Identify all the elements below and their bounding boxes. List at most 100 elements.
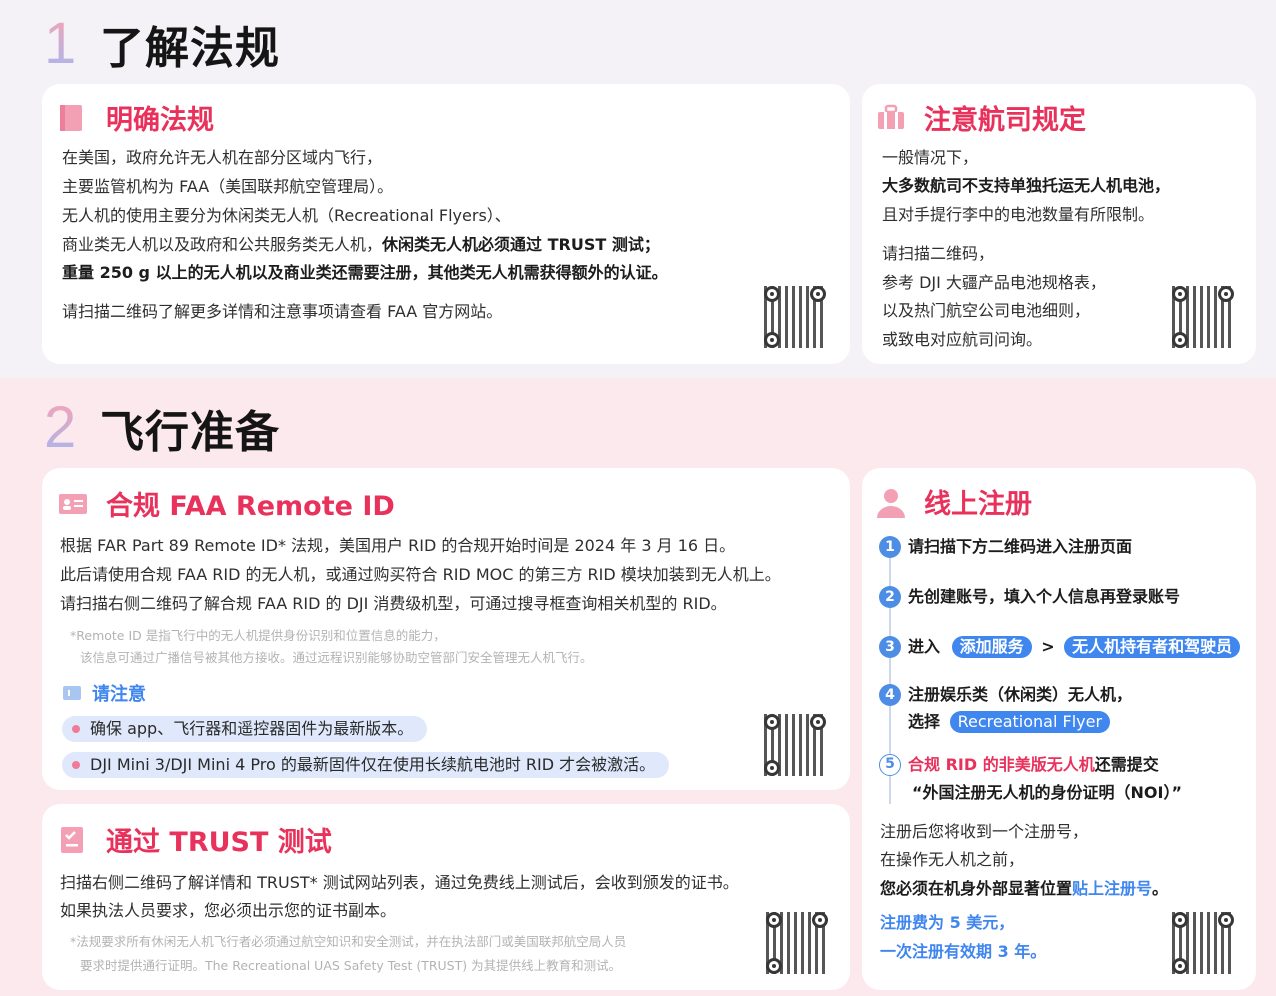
- register-after-3-bold: 您必须在机身外部显著位置: [880, 879, 1073, 898]
- rid-line-2: 此后请使用合规 FAA RID 的无人机，或通过购买符合 RID MOC 的第三…: [60, 565, 781, 584]
- airline-line-2: 大多数航司不支持单独托运无人机电池，: [882, 176, 1171, 195]
- card-register-title-row: 线上注册: [876, 482, 1032, 521]
- regulations-line-5: 重量 250 g 以上的无人机以及商业类还需要注册，其他类无人机需获得额外的认证…: [62, 263, 668, 282]
- step-3-row: 进入 添加服务 > 无人机持有者和驾驶员: [908, 636, 1241, 658]
- card-regulations-title-row: 明确法规: [58, 98, 214, 137]
- card-regulations: 明确法规 在美国，政府允许无人机在部分区域内飞行， 主要监管机构为 FAA（美国…: [42, 84, 850, 364]
- qr-code-trust[interactable]: [766, 912, 828, 974]
- section1-header: 1 了解法规: [44, 12, 280, 76]
- trust-note-2: 要求时提供通行证明。The Recreational UAS Safety Te…: [80, 958, 622, 973]
- step-3-separator: >: [1041, 637, 1055, 656]
- qr-finder-icon: [764, 760, 780, 776]
- luggage-icon: [876, 103, 904, 133]
- register-after-2: 在操作无人机之前，: [880, 850, 1025, 869]
- qr-finder-icon: [766, 912, 782, 928]
- trust-note-1: *法规要求所有休闲无人机飞行者必须通过航空知识和安全测试，并在执法部门或美国联邦…: [70, 934, 627, 949]
- regulations-line-6: 请扫描二维码了解更多详情和注意事项请查看 FAA 官方网站。: [62, 302, 503, 321]
- qr-finder-icon: [1172, 332, 1188, 348]
- tag-add-service: 添加服务: [951, 636, 1032, 658]
- rid-line-1: 根据 FAR Part 89 Remote ID* 法规，美国用户 RID 的合…: [60, 536, 736, 555]
- qr-finder-icon: [764, 286, 780, 302]
- card-remote-id-title: 合规 FAA Remote ID: [106, 491, 395, 522]
- qr-code-rid[interactable]: [764, 714, 826, 776]
- qr-finder-icon: [1218, 286, 1234, 302]
- airline-line-1: 一般情况下，: [882, 148, 979, 167]
- qr-finder-icon: [810, 286, 826, 302]
- step-4-number: 4: [879, 684, 901, 706]
- card-airline: 注意航司规定 一般情况下， 大多数航司不支持单独托运无人机电池， 且对手提行李中…: [862, 84, 1256, 364]
- register-fee-1: 注册费为 5 美元，: [880, 913, 1015, 932]
- qr-finder-icon: [812, 912, 828, 928]
- airline-line-7: 或致电对应航司问询。: [882, 330, 1043, 349]
- card-airline-title: 注意航司规定: [924, 105, 1086, 136]
- card-trust-title: 通过 TRUST 测试: [106, 827, 332, 858]
- card-remote-id: 合规 FAA Remote ID 根据 FAR Part 89 Remote I…: [42, 468, 850, 790]
- qr-finder-icon: [764, 714, 780, 730]
- step-5-row: 合规 RID 的非美版无人机还需提交: [908, 755, 1159, 775]
- airline-line-4: 请扫描二维码，: [882, 244, 995, 263]
- step-1-text: 请扫描下方二维码进入注册页面: [908, 537, 1133, 556]
- step-3-prefix: 进入: [908, 637, 941, 656]
- checklist-icon: [58, 825, 86, 855]
- register-after-3-end: 。: [1152, 879, 1169, 898]
- notice-bullet-1: 确保 app、飞行器和遥控器固件为最新版本。: [62, 716, 428, 742]
- qr-finder-icon: [764, 332, 780, 348]
- trust-line-1: 扫描右侧二维码了解详情和 TRUST* 测试网站列表，通过免费线上测试后，会收到…: [60, 873, 739, 892]
- step-1-number: 1: [879, 536, 901, 558]
- register-after-3-blue: 贴上注册号: [1072, 879, 1153, 898]
- section2-number: 2: [44, 399, 94, 457]
- regulations-line-2: 主要监管机构为 FAA（美国联邦航空管理局）。: [62, 177, 394, 196]
- step-2-number: 2: [879, 586, 901, 608]
- notice-title: 请注意: [92, 684, 146, 705]
- airline-line-3: 且对手提行李中的电池数量有所限制。: [882, 205, 1155, 224]
- qr-finder-icon: [1172, 286, 1188, 302]
- step-5-text: 还需提交: [1094, 755, 1159, 774]
- id-card-icon: [58, 489, 87, 519]
- card-airline-title-row: 注意航司规定: [876, 98, 1086, 137]
- card-register: 线上注册 1 请扫描下方二维码进入注册页面 2 先创建账号，填入个人信息再登录账…: [862, 468, 1256, 990]
- trust-line-2: 如果执法人员要求，您必须出示您的证书副本。: [60, 901, 397, 920]
- qr-code-register[interactable]: [1172, 912, 1234, 974]
- qr-code-airline[interactable]: [1172, 286, 1234, 348]
- rid-note-1: *Remote ID 是指飞行中的无人机提供身份识别和位置信息的能力，: [70, 628, 446, 643]
- step-5-text2: “外国注册无人机的身份证明（NOI）”: [912, 783, 1182, 802]
- card-remote-id-title-row: 合规 FAA Remote ID: [58, 484, 395, 523]
- info-card-icon: [62, 683, 82, 703]
- section2-title: 飞行准备: [100, 407, 280, 458]
- step-3-number: 3: [879, 636, 901, 658]
- qr-finder-icon: [1172, 958, 1188, 974]
- airline-line-5: 参考 DJI 大疆产品电池规格表，: [882, 273, 1106, 292]
- step-5-number: 5: [879, 754, 901, 776]
- bookmark-icon: [58, 103, 86, 133]
- step-5-red: 合规 RID 的非美版无人机: [908, 755, 1095, 774]
- regulations-line-1: 在美国，政府允许无人机在部分区域内飞行，: [62, 148, 383, 167]
- register-after-3: 您必须在机身外部显著位置贴上注册号。: [880, 879, 1168, 899]
- step-2-text: 先创建账号，填入个人信息再登录账号: [908, 587, 1181, 606]
- notice-bullet-2: DJI Mini 3/DJI Mini 4 Pro 的最新固件仅在使用长续航电池…: [62, 752, 670, 778]
- rid-line-3: 请扫描右侧二维码了解合规 FAA RID 的 DJI 消费级机型，可通过搜寻框查…: [60, 594, 727, 613]
- qr-finder-icon: [766, 958, 782, 974]
- step-4-prefix: 选择: [908, 712, 941, 731]
- card-trust: 通过 TRUST 测试 扫描右侧二维码了解详情和 TRUST* 测试网站列表，通…: [42, 804, 850, 990]
- card-register-title: 线上注册: [924, 489, 1032, 520]
- regulations-line-4-normal: 商业类无人机以及政府和公共服务类无人机，: [62, 235, 383, 254]
- qr-code-faa[interactable]: [764, 286, 826, 348]
- section1-number: 1: [44, 15, 94, 73]
- register-after-1: 注册后您将收到一个注册号，: [880, 822, 1089, 841]
- section2-header: 2 飞行准备: [44, 396, 280, 460]
- regulations-line-3: 无人机的使用主要分为休闲类无人机（Recreational Flyers）、: [62, 206, 511, 225]
- regulations-line-4-bold: 休闲类无人机必须通过 TRUST 测试；: [382, 235, 660, 254]
- qr-finder-icon: [810, 714, 826, 730]
- card-regulations-title: 明确法规: [106, 105, 214, 136]
- step-4-text: 注册娱乐类（休闲类）无人机，: [908, 685, 1133, 704]
- airline-line-6: 以及热门航空公司电池细则，: [882, 301, 1091, 320]
- tag-recreational-flyer: Recreational Flyer: [949, 711, 1111, 733]
- regulations-line-4: 商业类无人机以及政府和公共服务类无人机，休闲类无人机必须通过 TRUST 测试；: [62, 235, 660, 255]
- qr-finder-icon: [1218, 912, 1234, 928]
- qr-finder-icon: [1172, 912, 1188, 928]
- notice-title-row: 请注意: [62, 680, 146, 706]
- tag-drone-owner: 无人机持有者和驾驶员: [1064, 636, 1241, 658]
- card-trust-title-row: 通过 TRUST 测试: [58, 820, 332, 859]
- user-icon: [876, 487, 905, 518]
- rid-note-2: 该信息可通过广播信号被其他方接收。通过远程识别能够协助空管部门安全管理无人机飞行…: [80, 650, 593, 665]
